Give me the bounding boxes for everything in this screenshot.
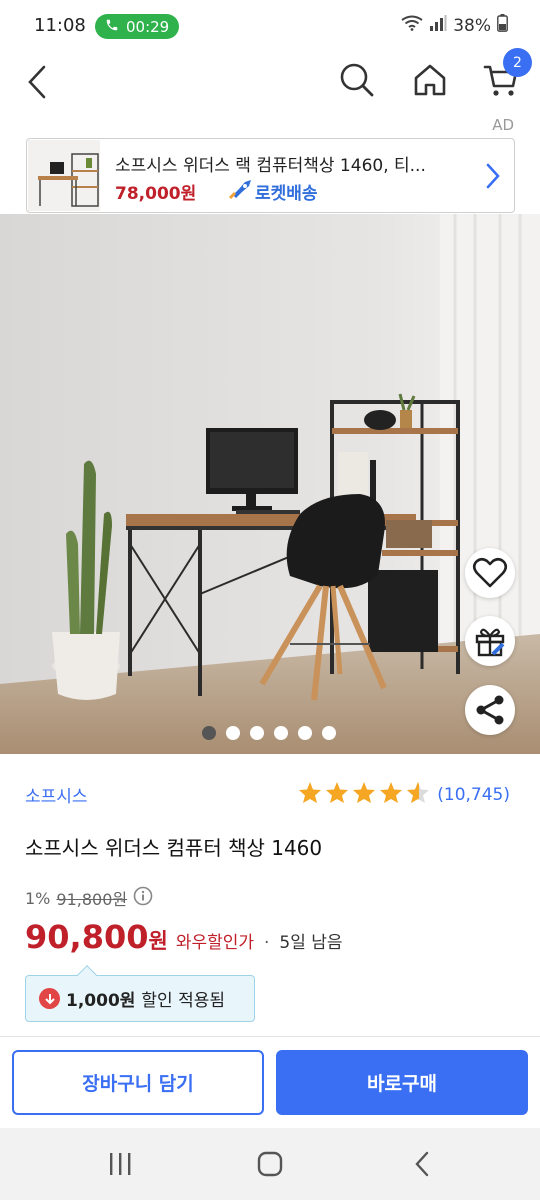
top-nav (0, 54, 540, 114)
star-icon (325, 781, 349, 808)
coupon-applied-badge: 1,000원 할인 적용됨 (25, 975, 255, 1022)
phone-icon (105, 18, 119, 36)
coupon-text: 할인 적용됨 (141, 991, 226, 1011)
down-arrow-icon (39, 988, 60, 1009)
recent-apps-icon (110, 1153, 131, 1175)
system-home-icon (257, 1151, 283, 1177)
call-timer: 00:29 (126, 17, 170, 36)
buy-now-button[interactable]: 바로구매 (276, 1050, 528, 1115)
status-bar: 11:08 00:29 38% (0, 0, 540, 54)
rating-summary[interactable]: (10,745) (298, 781, 510, 808)
rocket-icon (228, 179, 253, 204)
heart-icon (472, 557, 508, 588)
carousel-dot[interactable] (202, 726, 216, 740)
wifi-icon (401, 15, 423, 36)
product-title: 소프시스 위더스 컴퓨터 책상 1460 (25, 836, 323, 860)
home-icon (414, 64, 446, 96)
sale-price: 90,800 (25, 918, 149, 956)
original-price-row: 1% 91,800원 (25, 886, 153, 910)
divider (0, 1036, 540, 1037)
cart-count-badge: 2 (503, 48, 532, 77)
share-icon (476, 695, 504, 725)
product-photo (0, 214, 540, 754)
carousel-dot[interactable] (298, 726, 312, 740)
carousel-dot[interactable] (274, 726, 288, 740)
sale-price-unit: 원 (148, 929, 168, 953)
gift-button[interactable] (465, 616, 515, 666)
separator-dot: · (264, 933, 270, 953)
brand-link[interactable]: 소프시스 (25, 782, 88, 807)
back-arrow-icon (28, 65, 46, 99)
gift-icon (475, 628, 505, 657)
ad-price: 78,000원 (115, 184, 197, 204)
battery-text: 38% (453, 15, 491, 36)
carousel-dot[interactable] (322, 726, 336, 740)
system-nav-bar (0, 1128, 540, 1200)
ad-label: AD (492, 116, 514, 134)
sponsored-product-banner[interactable]: 소프시스 위더스 랙 컴퓨터책상 1460, 티... 78,000원 로켓배송 (26, 138, 515, 213)
time-left: 5일 남음 (279, 933, 343, 953)
search-button[interactable] (337, 59, 377, 101)
system-back-icon (415, 1151, 429, 1177)
ad-title: 소프시스 위더스 랙 컴퓨터책상 1460, 티... (115, 156, 426, 176)
carousel-dot[interactable] (226, 726, 240, 740)
signal-icon (429, 15, 447, 36)
carousel-dot[interactable] (250, 726, 264, 740)
wow-discount-label: 와우할인가 (175, 933, 255, 953)
discount-percent: 1% (25, 888, 51, 908)
chevron-right-icon (486, 163, 500, 193)
star-icon (379, 781, 403, 808)
original-price: 91,800원 (56, 890, 128, 909)
system-home-button[interactable] (250, 1146, 290, 1182)
back-button[interactable] (20, 62, 54, 102)
status-time: 11:08 (34, 15, 86, 36)
carousel-indicator (0, 726, 540, 742)
wishlist-button[interactable] (465, 548, 515, 598)
star-icon (298, 781, 322, 808)
info-icon[interactable] (133, 886, 153, 910)
rating-count: (10,745) (437, 784, 510, 805)
half-star-icon (406, 781, 430, 808)
system-back-button[interactable] (402, 1146, 442, 1182)
battery-icon (497, 14, 508, 37)
search-icon (340, 63, 374, 97)
star-icon (352, 781, 376, 808)
add-to-cart-button[interactable]: 장바구니 담기 (12, 1050, 264, 1115)
sale-price-row: 90,800 원 와우할인가 · 5일 남음 (25, 918, 343, 956)
ad-thumbnail (28, 140, 100, 211)
rocket-delivery-badge: 로켓배송 (228, 179, 318, 204)
call-indicator[interactable]: 00:29 (95, 14, 179, 39)
home-button[interactable] (409, 59, 451, 101)
recent-apps-button[interactable] (100, 1146, 140, 1182)
rocket-label: 로켓배송 (255, 184, 318, 204)
product-image-carousel[interactable] (0, 214, 540, 754)
coupon-amount: 1,000원 (66, 991, 136, 1011)
